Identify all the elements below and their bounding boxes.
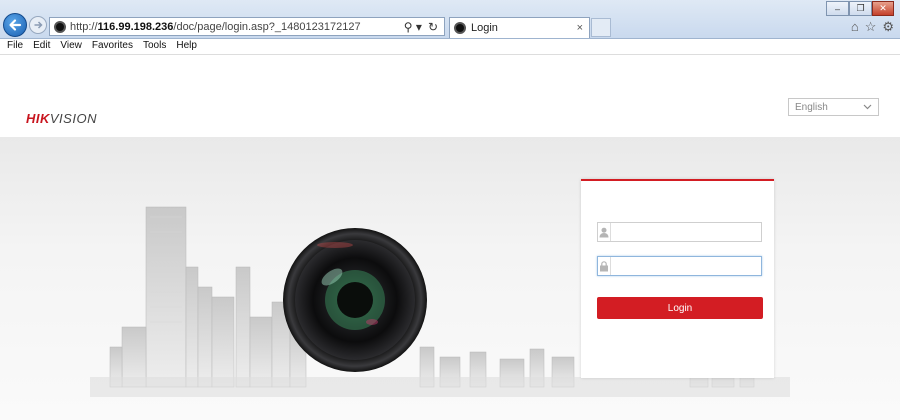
new-tab-button[interactable] — [591, 18, 611, 37]
site-favicon-icon — [54, 20, 66, 33]
menu-favorites[interactable]: Favorites — [92, 39, 133, 54]
login-button[interactable]: Login — [597, 297, 763, 319]
minimize-button[interactable]: – — [826, 1, 849, 16]
favorites-star-icon[interactable]: ☆ — [865, 19, 877, 35]
restore-button[interactable]: ❐ — [849, 1, 872, 16]
password-field[interactable] — [597, 256, 762, 276]
hikvision-logo: HIKVISION — [26, 111, 97, 126]
refresh-icon[interactable]: ↻ — [428, 20, 438, 34]
settings-gear-icon[interactable]: ⚙ — [882, 19, 894, 35]
lock-icon — [598, 257, 611, 275]
menu-tools[interactable]: Tools — [143, 39, 166, 54]
login-panel: Login — [581, 179, 774, 378]
menu-view[interactable]: View — [60, 39, 82, 54]
chevron-down-icon — [863, 104, 872, 110]
window-controls: – ❐ ✕ — [826, 1, 894, 16]
browser-toolbar-icons: ⌂ ☆ ⚙ — [851, 19, 894, 35]
address-url[interactable]: http://116.99.198.236/doc/page/login.asp… — [70, 21, 404, 33]
menu-help[interactable]: Help — [176, 39, 197, 54]
address-bar[interactable]: http://116.99.198.236/doc/page/login.asp… — [49, 17, 445, 36]
tab-close-icon[interactable]: × — [577, 22, 583, 34]
home-icon[interactable]: ⌂ — [851, 19, 859, 35]
back-button[interactable] — [3, 13, 27, 37]
username-input[interactable] — [615, 223, 761, 241]
arrow-right-icon — [34, 21, 43, 29]
search-dropdown-icon[interactable]: ⚲ ▾ — [404, 20, 422, 34]
browser-tab-login[interactable]: Login × — [449, 17, 590, 38]
menu-file[interactable]: File — [7, 39, 23, 54]
language-select[interactable]: English — [788, 98, 879, 116]
close-window-button[interactable]: ✕ — [872, 1, 894, 16]
browser-chrome: http://116.99.198.236/doc/page/login.asp… — [0, 0, 900, 39]
user-icon — [598, 223, 611, 241]
language-value: English — [795, 101, 828, 113]
menu-edit[interactable]: Edit — [33, 39, 50, 54]
tab-title: Login — [471, 22, 498, 34]
menu-bar: File Edit View Favorites Tools Help — [0, 39, 900, 55]
username-field[interactable] — [597, 222, 762, 242]
tab-favicon-icon — [454, 22, 466, 34]
forward-button[interactable] — [29, 16, 47, 34]
arrow-left-icon — [9, 19, 22, 31]
password-input[interactable] — [615, 257, 761, 275]
